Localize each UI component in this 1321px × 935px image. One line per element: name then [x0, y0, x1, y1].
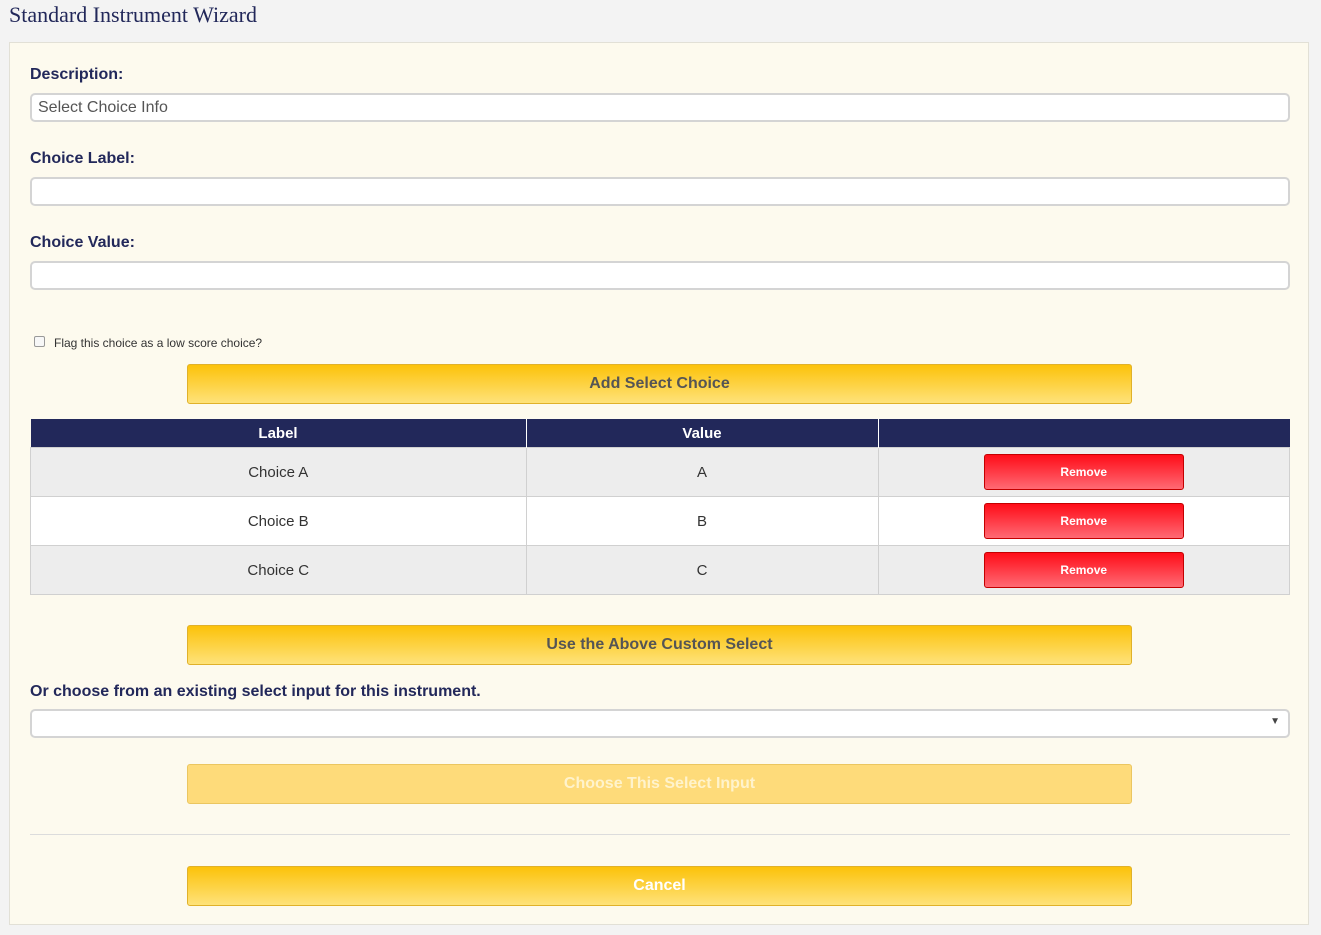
- row-action-cell: Remove: [877, 496, 1290, 546]
- cancel-button[interactable]: Cancel: [187, 866, 1132, 906]
- row-label-cell: Choice B: [30, 496, 527, 546]
- description-label: Description:: [30, 66, 124, 83]
- column-header-actions: [878, 419, 1290, 448]
- existing-select-dropdown[interactable]: ▼: [30, 709, 1290, 738]
- row-action-cell: Remove: [877, 545, 1290, 595]
- remove-button[interactable]: Remove: [983, 552, 1184, 588]
- table-row: Choice B B Remove: [30, 496, 1290, 546]
- divider: [30, 834, 1290, 835]
- description-input[interactable]: [30, 93, 1290, 122]
- use-custom-select-button[interactable]: Use the Above Custom Select: [187, 625, 1132, 665]
- row-value-cell: C: [525, 545, 879, 595]
- dropdown-arrow-icon: ▼: [1270, 716, 1280, 727]
- table-header-row: Label Value: [30, 419, 1290, 448]
- choice-value-input[interactable]: [30, 261, 1290, 290]
- low-score-checkbox-label: Flag this choice as a low score choice?: [54, 336, 263, 350]
- remove-button[interactable]: Remove: [983, 503, 1184, 539]
- add-select-choice-button[interactable]: Add Select Choice: [187, 364, 1132, 404]
- table-row: Choice A A Remove: [30, 447, 1290, 497]
- choice-value-label: Choice Value:: [30, 234, 135, 251]
- wizard-panel: Description: Choice Label: Choice Value:…: [9, 42, 1309, 925]
- existing-select-label: Or choose from an existing select input …: [30, 683, 481, 700]
- column-header-value: Value: [526, 419, 879, 448]
- choice-label-label: Choice Label:: [30, 150, 135, 167]
- row-value-cell: B: [525, 496, 879, 546]
- page-title: Standard Instrument Wizard: [9, 2, 257, 27]
- choose-select-input-button[interactable]: Choose This Select Input: [187, 764, 1132, 804]
- row-value-cell: A: [525, 447, 879, 497]
- choices-table: Label Value Choice A A Remove Choice B B…: [30, 419, 1290, 595]
- choice-label-input[interactable]: [30, 177, 1290, 206]
- low-score-row: Flag this choice as a low score choice?: [34, 333, 263, 350]
- low-score-checkbox[interactable]: [34, 335, 45, 347]
- row-label-cell: Choice C: [30, 545, 527, 595]
- column-header-label: Label: [30, 419, 527, 448]
- row-action-cell: Remove: [877, 447, 1290, 497]
- remove-button[interactable]: Remove: [983, 454, 1184, 490]
- table-row: Choice C C Remove: [30, 545, 1290, 595]
- row-label-cell: Choice A: [30, 447, 527, 497]
